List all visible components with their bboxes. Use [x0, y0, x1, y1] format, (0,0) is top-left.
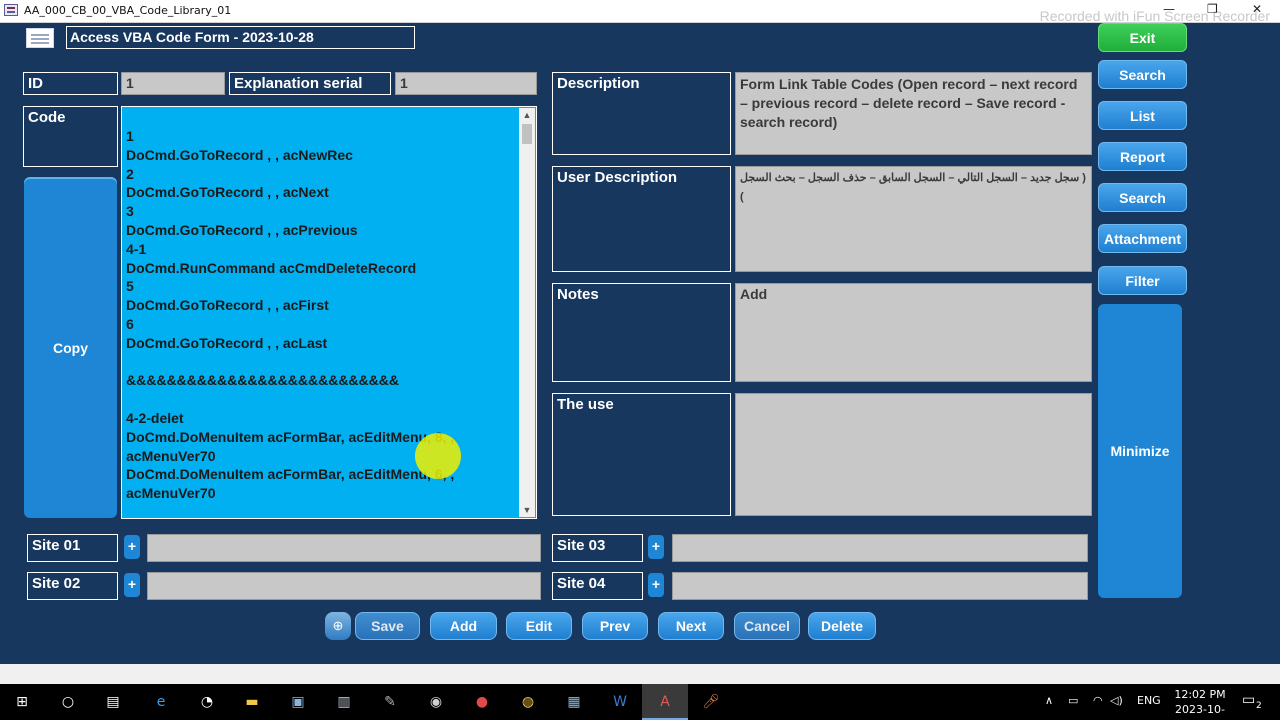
site-03-label: Site 03: [552, 534, 643, 562]
the-use-field[interactable]: [735, 393, 1092, 516]
attachment-button[interactable]: Attachment: [1098, 224, 1187, 253]
site-04-plus-button[interactable]: +: [648, 573, 664, 597]
site-03-field[interactable]: [672, 534, 1088, 562]
window-title: AA_000_CB_00_VBA_Code_Library_01: [24, 4, 232, 17]
word-app-icon[interactable]: W: [608, 690, 632, 714]
window-restore-button[interactable]: ❐: [1207, 2, 1218, 16]
search-button-2[interactable]: Search: [1098, 183, 1187, 212]
filter-button[interactable]: Filter: [1098, 266, 1187, 295]
id-label: ID: [23, 72, 118, 95]
mouse-cursor-highlight: [415, 433, 461, 479]
notes-field[interactable]: Add: [735, 283, 1092, 382]
app-badge-icon[interactable]: ◔: [195, 690, 219, 714]
window-minimize-button[interactable]: —: [1163, 2, 1175, 16]
calculator-icon[interactable]: ▦: [562, 690, 586, 714]
user-description-field[interactable]: ( سجل جديد – السجل التالي – السجل السابق…: [735, 166, 1092, 272]
taskbar-clock[interactable]: 12:02 PM 2023-10-30: [1170, 687, 1230, 720]
site-01-label: Site 01: [27, 534, 118, 562]
prev-button[interactable]: Prev: [582, 612, 648, 640]
windows-taskbar: ⊞ ○ ▤ e ◔ ▬ ▣ ▥ ✎ ◉ ● ◍ ▦ W A 🎤︎ ∧ ▭ ◠ ◁…: [0, 684, 1280, 720]
language-indicator[interactable]: ENG: [1137, 694, 1161, 707]
add-button[interactable]: Add: [430, 612, 497, 640]
site-03-plus-button[interactable]: +: [648, 535, 664, 559]
media-player-icon[interactable]: ◉: [424, 690, 448, 714]
status-bar: [0, 664, 1280, 684]
task-view-icon[interactable]: ▤: [101, 690, 125, 714]
scroll-up-icon[interactable]: ▲: [519, 110, 535, 120]
search-button[interactable]: Search: [1098, 60, 1187, 89]
site-04-field[interactable]: [672, 572, 1088, 600]
clock-time: 12:02 PM: [1174, 688, 1226, 701]
tray-chevron-icon[interactable]: ∧: [1045, 694, 1053, 707]
windows-start-icon[interactable]: ⊞: [10, 690, 34, 714]
document-app-icon[interactable]: ▥: [332, 690, 356, 714]
site-01-plus-button[interactable]: +: [124, 535, 140, 559]
recorder-watermark: Recorded with iFun Screen Recorder: [1039, 8, 1270, 24]
cancel-button[interactable]: Cancel: [734, 612, 800, 640]
site-02-field[interactable]: [147, 572, 541, 600]
form-icon: [26, 28, 54, 48]
code-textarea[interactable]: 1 DoCmd.GoToRecord , , acNewRec 2 DoCmd.…: [121, 106, 537, 519]
notes-label: Notes: [552, 283, 731, 382]
window-title-bar: AA_000_CB_00_VBA_Code_Library_01 Recorde…: [0, 0, 1280, 24]
site-02-label: Site 02: [27, 572, 118, 600]
delete-button[interactable]: Delete: [808, 612, 876, 640]
list-button[interactable]: List: [1098, 101, 1187, 130]
chrome-browser-icon[interactable]: ◍: [516, 690, 540, 714]
new-record-icon[interactable]: ⊕: [325, 612, 351, 640]
screen-recorder-icon[interactable]: ●: [470, 690, 494, 714]
search-circle-icon[interactable]: ○: [56, 690, 80, 714]
site-04-label: Site 04: [552, 572, 643, 600]
description-label: Description: [552, 72, 731, 155]
file-explorer-icon[interactable]: ▬: [240, 690, 264, 714]
code-label: Code: [23, 106, 118, 167]
scroll-thumb[interactable]: [522, 124, 532, 144]
access-app-taskbar-icon[interactable]: A: [653, 690, 677, 714]
notification-icon[interactable]: ▭: [1242, 692, 1255, 708]
the-use-label: The use: [552, 393, 731, 516]
wifi-icon[interactable]: ◠: [1093, 694, 1103, 707]
access-app-icon: [4, 4, 18, 16]
exit-button[interactable]: Exit: [1098, 23, 1187, 52]
paint-app-icon[interactable]: ✎: [378, 690, 402, 714]
notification-count: 2: [1256, 701, 1262, 711]
id-field[interactable]: 1: [121, 72, 225, 95]
form-title: Access VBA Code Form - 2023-10-28: [66, 26, 415, 49]
explanation-serial-label: Explanation serial: [229, 72, 391, 95]
volume-icon[interactable]: ◁): [1110, 694, 1123, 707]
scroll-down-icon[interactable]: ▼: [519, 505, 535, 515]
save-button[interactable]: Save: [355, 612, 420, 640]
minimize-button[interactable]: Minimize: [1098, 304, 1182, 598]
window-close-button[interactable]: ✕: [1252, 2, 1262, 16]
site-01-field[interactable]: [147, 534, 541, 562]
explanation-serial-field[interactable]: 1: [395, 72, 537, 95]
report-button[interactable]: Report: [1098, 142, 1187, 171]
site-02-plus-button[interactable]: +: [124, 573, 140, 597]
next-button[interactable]: Next: [658, 612, 724, 640]
edge-browser-icon[interactable]: e: [149, 690, 173, 714]
clock-date: 2023-10-30: [1175, 703, 1225, 720]
edit-button[interactable]: Edit: [506, 612, 572, 640]
network-app-icon[interactable]: ▣: [286, 690, 310, 714]
tray-device-icon[interactable]: ▭: [1068, 694, 1078, 707]
description-field[interactable]: Form Link Table Codes (Open record – nex…: [735, 72, 1092, 155]
code-scrollbar[interactable]: ▲ ▼: [519, 108, 535, 517]
microphone-icon[interactable]: 🎤︎: [699, 690, 723, 714]
user-description-label: User Description: [552, 166, 731, 272]
copy-button[interactable]: Copy: [24, 177, 117, 518]
